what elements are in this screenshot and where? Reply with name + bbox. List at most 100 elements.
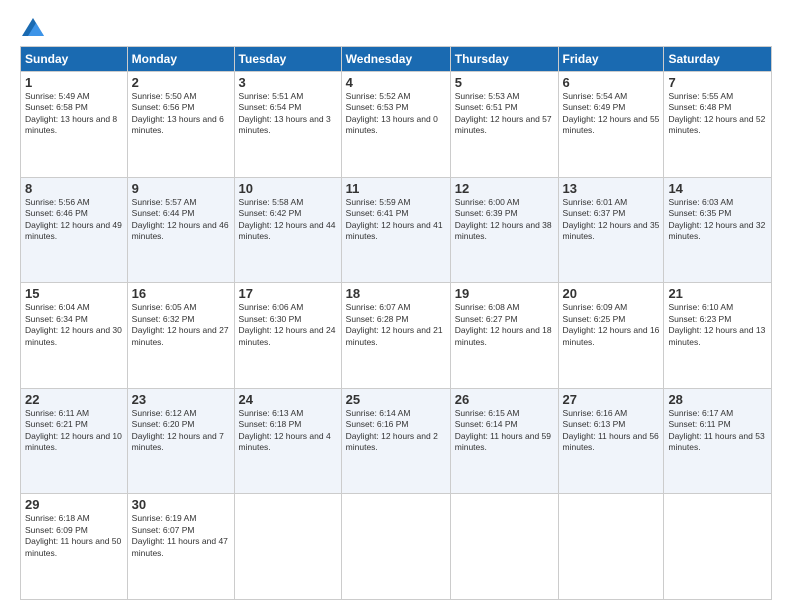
day-info: Sunrise: 5:51 AM Sunset: 6:54 PM Dayligh… (239, 91, 337, 137)
calendar-header-row: SundayMondayTuesdayWednesdayThursdayFrid… (21, 47, 772, 72)
day-number: 28 (668, 392, 767, 407)
week-row-3: 15 Sunrise: 6:04 AM Sunset: 6:34 PM Dayl… (21, 283, 772, 389)
day-cell (450, 494, 558, 600)
page: SundayMondayTuesdayWednesdayThursdayFrid… (0, 0, 792, 612)
day-info: Sunrise: 6:03 AM Sunset: 6:35 PM Dayligh… (668, 197, 767, 243)
day-cell: 18 Sunrise: 6:07 AM Sunset: 6:28 PM Dayl… (341, 283, 450, 389)
day-info: Sunrise: 6:14 AM Sunset: 6:16 PM Dayligh… (346, 408, 446, 454)
day-info: Sunrise: 6:00 AM Sunset: 6:39 PM Dayligh… (455, 197, 554, 243)
day-number: 23 (132, 392, 230, 407)
day-info: Sunrise: 6:13 AM Sunset: 6:18 PM Dayligh… (239, 408, 337, 454)
day-cell: 26 Sunrise: 6:15 AM Sunset: 6:14 PM Dayl… (450, 388, 558, 494)
day-number: 6 (563, 75, 660, 90)
column-header-monday: Monday (127, 47, 234, 72)
day-cell: 28 Sunrise: 6:17 AM Sunset: 6:11 PM Dayl… (664, 388, 772, 494)
day-cell: 17 Sunrise: 6:06 AM Sunset: 6:30 PM Dayl… (234, 283, 341, 389)
day-info: Sunrise: 6:08 AM Sunset: 6:27 PM Dayligh… (455, 302, 554, 348)
column-header-saturday: Saturday (664, 47, 772, 72)
week-row-5: 29 Sunrise: 6:18 AM Sunset: 6:09 PM Dayl… (21, 494, 772, 600)
day-info: Sunrise: 6:16 AM Sunset: 6:13 PM Dayligh… (563, 408, 660, 454)
day-number: 1 (25, 75, 123, 90)
day-number: 17 (239, 286, 337, 301)
day-info: Sunrise: 5:49 AM Sunset: 6:58 PM Dayligh… (25, 91, 123, 137)
day-info: Sunrise: 6:01 AM Sunset: 6:37 PM Dayligh… (563, 197, 660, 243)
day-cell: 12 Sunrise: 6:00 AM Sunset: 6:39 PM Dayl… (450, 177, 558, 283)
day-number: 21 (668, 286, 767, 301)
day-cell: 6 Sunrise: 5:54 AM Sunset: 6:49 PM Dayli… (558, 72, 664, 178)
week-row-4: 22 Sunrise: 6:11 AM Sunset: 6:21 PM Dayl… (21, 388, 772, 494)
day-info: Sunrise: 5:58 AM Sunset: 6:42 PM Dayligh… (239, 197, 337, 243)
day-number: 26 (455, 392, 554, 407)
column-header-thursday: Thursday (450, 47, 558, 72)
day-cell: 2 Sunrise: 5:50 AM Sunset: 6:56 PM Dayli… (127, 72, 234, 178)
day-cell (341, 494, 450, 600)
column-header-wednesday: Wednesday (341, 47, 450, 72)
calendar-table: SundayMondayTuesdayWednesdayThursdayFrid… (20, 46, 772, 600)
day-info: Sunrise: 6:07 AM Sunset: 6:28 PM Dayligh… (346, 302, 446, 348)
day-info: Sunrise: 5:59 AM Sunset: 6:41 PM Dayligh… (346, 197, 446, 243)
day-cell: 14 Sunrise: 6:03 AM Sunset: 6:35 PM Dayl… (664, 177, 772, 283)
day-info: Sunrise: 6:19 AM Sunset: 6:07 PM Dayligh… (132, 513, 230, 559)
day-number: 10 (239, 181, 337, 196)
week-row-2: 8 Sunrise: 5:56 AM Sunset: 6:46 PM Dayli… (21, 177, 772, 283)
day-info: Sunrise: 5:55 AM Sunset: 6:48 PM Dayligh… (668, 91, 767, 137)
day-number: 11 (346, 181, 446, 196)
day-cell: 11 Sunrise: 5:59 AM Sunset: 6:41 PM Dayl… (341, 177, 450, 283)
day-cell: 9 Sunrise: 5:57 AM Sunset: 6:44 PM Dayli… (127, 177, 234, 283)
day-number: 30 (132, 497, 230, 512)
day-cell: 20 Sunrise: 6:09 AM Sunset: 6:25 PM Dayl… (558, 283, 664, 389)
day-number: 24 (239, 392, 337, 407)
day-cell (234, 494, 341, 600)
day-cell: 24 Sunrise: 6:13 AM Sunset: 6:18 PM Dayl… (234, 388, 341, 494)
day-cell: 5 Sunrise: 5:53 AM Sunset: 6:51 PM Dayli… (450, 72, 558, 178)
day-cell: 25 Sunrise: 6:14 AM Sunset: 6:16 PM Dayl… (341, 388, 450, 494)
day-cell: 29 Sunrise: 6:18 AM Sunset: 6:09 PM Dayl… (21, 494, 128, 600)
day-number: 7 (668, 75, 767, 90)
day-cell: 7 Sunrise: 5:55 AM Sunset: 6:48 PM Dayli… (664, 72, 772, 178)
day-cell: 4 Sunrise: 5:52 AM Sunset: 6:53 PM Dayli… (341, 72, 450, 178)
day-info: Sunrise: 5:53 AM Sunset: 6:51 PM Dayligh… (455, 91, 554, 137)
day-cell: 30 Sunrise: 6:19 AM Sunset: 6:07 PM Dayl… (127, 494, 234, 600)
day-number: 3 (239, 75, 337, 90)
day-info: Sunrise: 6:12 AM Sunset: 6:20 PM Dayligh… (132, 408, 230, 454)
day-number: 27 (563, 392, 660, 407)
logo (20, 18, 44, 36)
day-cell: 23 Sunrise: 6:12 AM Sunset: 6:20 PM Dayl… (127, 388, 234, 494)
header (20, 18, 772, 36)
week-row-1: 1 Sunrise: 5:49 AM Sunset: 6:58 PM Dayli… (21, 72, 772, 178)
day-cell: 27 Sunrise: 6:16 AM Sunset: 6:13 PM Dayl… (558, 388, 664, 494)
day-number: 9 (132, 181, 230, 196)
day-info: Sunrise: 5:57 AM Sunset: 6:44 PM Dayligh… (132, 197, 230, 243)
day-cell: 19 Sunrise: 6:08 AM Sunset: 6:27 PM Dayl… (450, 283, 558, 389)
day-info: Sunrise: 6:11 AM Sunset: 6:21 PM Dayligh… (25, 408, 123, 454)
day-number: 29 (25, 497, 123, 512)
day-number: 19 (455, 286, 554, 301)
day-cell: 1 Sunrise: 5:49 AM Sunset: 6:58 PM Dayli… (21, 72, 128, 178)
day-number: 4 (346, 75, 446, 90)
column-header-friday: Friday (558, 47, 664, 72)
logo-icon (22, 18, 44, 36)
day-info: Sunrise: 5:50 AM Sunset: 6:56 PM Dayligh… (132, 91, 230, 137)
column-header-tuesday: Tuesday (234, 47, 341, 72)
day-number: 14 (668, 181, 767, 196)
day-number: 12 (455, 181, 554, 196)
day-info: Sunrise: 6:09 AM Sunset: 6:25 PM Dayligh… (563, 302, 660, 348)
day-number: 15 (25, 286, 123, 301)
day-info: Sunrise: 6:17 AM Sunset: 6:11 PM Dayligh… (668, 408, 767, 454)
day-cell (664, 494, 772, 600)
day-info: Sunrise: 6:04 AM Sunset: 6:34 PM Dayligh… (25, 302, 123, 348)
day-cell: 10 Sunrise: 5:58 AM Sunset: 6:42 PM Dayl… (234, 177, 341, 283)
day-info: Sunrise: 5:54 AM Sunset: 6:49 PM Dayligh… (563, 91, 660, 137)
day-number: 8 (25, 181, 123, 196)
day-cell: 8 Sunrise: 5:56 AM Sunset: 6:46 PM Dayli… (21, 177, 128, 283)
day-cell: 13 Sunrise: 6:01 AM Sunset: 6:37 PM Dayl… (558, 177, 664, 283)
day-number: 16 (132, 286, 230, 301)
day-info: Sunrise: 5:52 AM Sunset: 6:53 PM Dayligh… (346, 91, 446, 137)
day-number: 13 (563, 181, 660, 196)
day-number: 22 (25, 392, 123, 407)
day-number: 5 (455, 75, 554, 90)
day-number: 2 (132, 75, 230, 90)
day-number: 20 (563, 286, 660, 301)
day-cell (558, 494, 664, 600)
day-cell: 21 Sunrise: 6:10 AM Sunset: 6:23 PM Dayl… (664, 283, 772, 389)
